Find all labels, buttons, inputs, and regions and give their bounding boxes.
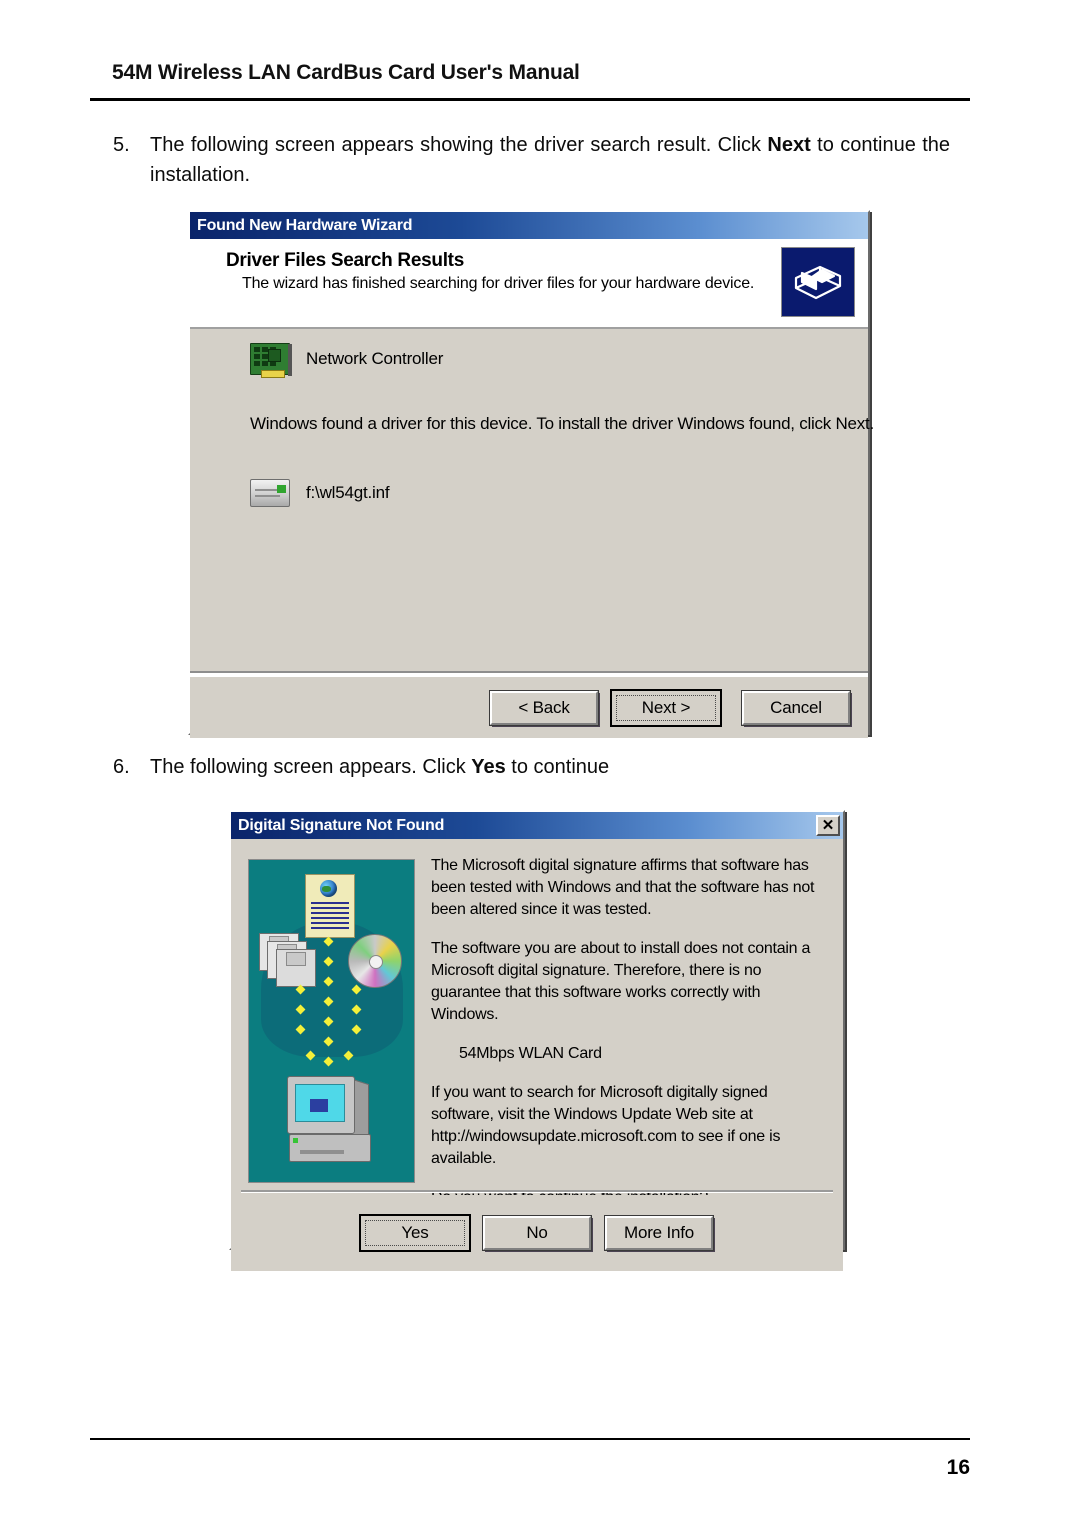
page-header: 54M Wireless LAN CardBus Card User's Man… [112,60,968,86]
wizard-title-text: Found New Hardware Wizard [197,216,413,234]
found-device-row: Network Controller [250,343,444,378]
header-divider [90,98,970,101]
yes-button[interactable]: Yes [359,1214,471,1252]
back-button[interactable]: < Back [489,689,599,726]
wizard-subheading: The wizard has finished searching for dr… [242,275,755,292]
step-6-text-after: to continue [505,756,610,778]
driver-file-row: f:\wl54gt.inf [250,479,390,507]
illustration-computer-icon [287,1076,373,1172]
illustration-document-icon [305,874,355,938]
next-button[interactable]: Next > [610,688,722,727]
device-name-label: Network Controller [306,349,444,368]
next-button-label: Next > [616,694,716,721]
signature-paragraph-1: The Microsoft digital signature affirms … [431,857,815,918]
signature-titlebar: Digital Signature Not Found ✕ [231,812,843,839]
step-5-number: 5. [113,134,130,156]
signature-message-text: The Microsoft digital signature affirms … [431,855,831,1209]
digital-signature-illustration [248,859,415,1183]
signature-divider [241,1190,833,1193]
wizard-heading: Driver Files Search Results [226,250,464,271]
step-6-text-before: The following screen appears. Click [150,756,472,778]
illustration-document-lines [311,902,349,930]
wizard-titlebar: Found New Hardware Wizard [190,212,868,239]
cancel-button[interactable]: Cancel [741,689,851,726]
no-button-label: No [526,1223,548,1242]
signature-title-text: Digital Signature Not Found [238,816,445,834]
signature-content-panel: The Microsoft digital signature affirms … [231,839,843,1206]
network-card-icon [250,343,292,378]
step-5-bold-word: Next [767,134,811,156]
wizard-note-text: Windows found a driver for this device. … [250,414,874,433]
illustration-data-flow-dots [283,936,383,1075]
signature-device-name: 54Mbps WLAN Card [459,1045,602,1062]
inf-file-icon [250,479,290,507]
wizard-content-panel: Network Controller Windows found a drive… [190,329,874,675]
step-6: 6. The following screen appears. Click Y… [108,752,950,782]
wizard-header-panel: Driver Files Search Results The wizard h… [190,239,868,329]
wizard-button-bar: < Back Next > Cancel [190,675,868,738]
close-icon[interactable]: ✕ [816,815,840,836]
step-6-number: 6. [113,756,130,778]
page-title: 54M Wireless LAN CardBus Card User's Man… [112,61,580,84]
back-button-label: < Back [518,697,570,717]
footer-divider [90,1438,970,1440]
cancel-button-label: Cancel [770,697,822,717]
wizard-hardware-icon [781,247,855,317]
signature-button-bar: Yes No More Info [231,1195,843,1271]
more-info-button-label: More Info [623,1223,694,1242]
illustration-globe-icon [320,880,337,897]
step-6-text: The following screen appears. Click Yes … [150,752,950,782]
digital-signature-not-found-dialog: Digital Signature Not Found ✕ The Micros… [229,810,845,1271]
more-info-button[interactable]: More Info [604,1215,714,1251]
step-5-text-before: The following screen appears showing the… [150,134,768,156]
driver-file-path: f:\wl54gt.inf [306,483,390,502]
yes-button-label: Yes [365,1220,465,1246]
step-5-text: The following screen appears showing the… [150,130,950,190]
step-6-bold-word: Yes [471,756,506,778]
signature-paragraph-3: If you want to search for Microsoft digi… [431,1084,781,1167]
page-number: 16 [946,1456,970,1479]
no-button[interactable]: No [482,1215,592,1251]
found-new-hardware-wizard-dialog: Found New Hardware Wizard Driver Files S… [188,210,874,738]
signature-paragraph-2: The software you are about to install do… [431,940,811,1023]
step-5: 5. The following screen appears showing … [108,130,950,190]
